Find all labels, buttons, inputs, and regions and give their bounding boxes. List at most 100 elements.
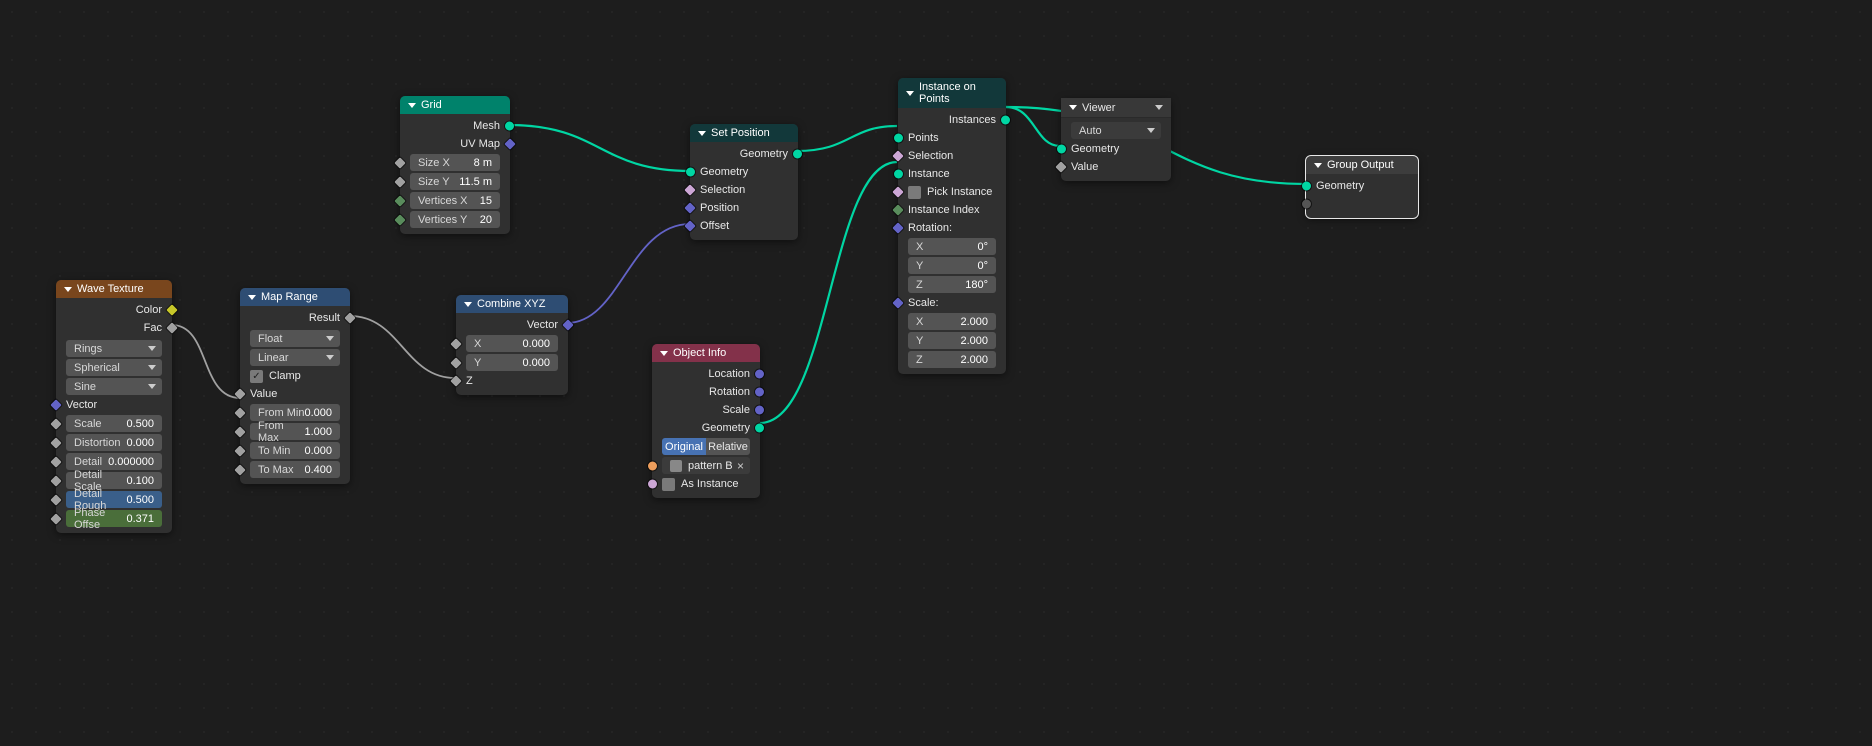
node-title: Viewer (1082, 102, 1115, 114)
field-sy[interactable]: Y2.000 (908, 332, 996, 349)
socket-out-location[interactable] (755, 370, 764, 379)
field-size-y[interactable]: Size Y11.5 m (410, 173, 500, 190)
node-header[interactable]: Wave Texture (56, 280, 172, 298)
node-set-position[interactable]: Set Position Geometry Geometry Selection… (690, 124, 798, 240)
socket-out-mesh[interactable] (505, 122, 514, 131)
output-scale: Scale (652, 401, 760, 419)
field-object[interactable]: pattern B× (662, 457, 750, 474)
input-geometry: Geometry (1061, 140, 1171, 158)
collapse-icon[interactable] (464, 302, 472, 307)
node-instance-on-points[interactable]: Instance on Points Instances Points Sele… (898, 78, 1006, 374)
btn-relative[interactable]: Relative (706, 438, 750, 455)
field-detail[interactable]: Detail0.000000 (66, 453, 162, 470)
socket-in-geometry[interactable] (1057, 145, 1066, 154)
input-value: Value (1061, 158, 1171, 176)
socket-in-geometry[interactable] (686, 168, 695, 177)
field-rz[interactable]: Z180° (908, 276, 996, 293)
node-title: Map Range (261, 291, 318, 303)
input-offset: Offset (690, 217, 798, 235)
checkbox-pick-instance[interactable]: Pick Instance (898, 183, 1006, 201)
node-group-output[interactable]: Group Output Geometry (1306, 156, 1418, 218)
checkbox-clamp[interactable]: Clamp (240, 367, 350, 385)
checkbox-as-instance[interactable]: As Instance (652, 475, 760, 493)
node-object-info[interactable]: Object Info Location Rotation Scale Geom… (652, 344, 760, 498)
field-scale[interactable]: Scale0.500 (66, 415, 162, 432)
socket-in-points[interactable] (894, 134, 903, 143)
select-wave-direction[interactable]: Spherical (66, 359, 162, 376)
chevron-down-icon[interactable] (1155, 105, 1163, 110)
toggle-transform-space[interactable]: Original Relative (652, 437, 760, 456)
node-map-range[interactable]: Map Range Result Float Linear Clamp Valu… (240, 288, 350, 484)
select-wave-type[interactable]: Rings (66, 340, 162, 357)
socket-in-as-instance[interactable] (648, 480, 657, 489)
output-geometry: Geometry (690, 145, 798, 163)
field-distortion[interactable]: Distortion0.000 (66, 434, 162, 451)
field-size-x[interactable]: Size X8 m (410, 154, 500, 171)
output-geometry: Geometry (652, 419, 760, 437)
collapse-icon[interactable] (1314, 163, 1322, 168)
socket-in-extend[interactable] (1302, 200, 1311, 209)
field-verts-x[interactable]: Vertices X15 (410, 192, 500, 209)
collapse-icon[interactable] (906, 91, 914, 96)
node-title: Combine XYZ (477, 298, 545, 310)
node-title: Group Output (1327, 159, 1394, 171)
collapse-icon[interactable] (698, 131, 706, 136)
node-title: Object Info (673, 347, 726, 359)
node-title: Set Position (711, 127, 770, 139)
socket-in-instance[interactable] (894, 170, 903, 179)
node-header[interactable]: Map Range (240, 288, 350, 306)
node-title: Grid (421, 99, 442, 111)
field-sx[interactable]: X2.000 (908, 313, 996, 330)
node-header[interactable]: Combine XYZ (456, 295, 568, 313)
field-to-max[interactable]: To Max0.400 (250, 461, 340, 478)
select-wave-profile[interactable]: Sine (66, 378, 162, 395)
collapse-icon[interactable] (1069, 105, 1077, 110)
field-y[interactable]: Y0.000 (466, 354, 558, 371)
node-header[interactable]: Set Position (690, 124, 798, 142)
label-scale: Scale: (898, 294, 1006, 312)
field-from-min[interactable]: From Min0.000 (250, 404, 340, 421)
label-rotation: Rotation: (898, 219, 1006, 237)
output-mesh: Mesh (400, 117, 510, 135)
btn-original[interactable]: Original (662, 438, 706, 455)
field-sz[interactable]: Z2.000 (908, 351, 996, 368)
select-interp[interactable]: Linear (250, 349, 340, 366)
node-header[interactable]: Viewer (1061, 98, 1171, 118)
field-detail-scale[interactable]: Detail Scale0.100 (66, 472, 162, 489)
node-grid[interactable]: Grid Mesh UV Map Size X8 m Size Y11.5 m … (400, 96, 510, 234)
field-rx[interactable]: X0° (908, 238, 996, 255)
node-header[interactable]: Object Info (652, 344, 760, 362)
socket-in-geometry[interactable] (1302, 182, 1311, 191)
collapse-icon[interactable] (64, 287, 72, 292)
collapse-icon[interactable] (408, 103, 416, 108)
input-points: Points (898, 129, 1006, 147)
socket-out-geometry[interactable] (793, 150, 802, 159)
input-selection: Selection (690, 181, 798, 199)
node-header[interactable]: Group Output (1306, 156, 1418, 174)
field-detail-rough[interactable]: Detail Rough0.500 (66, 491, 162, 508)
node-header[interactable]: Grid (400, 96, 510, 114)
socket-out-instances[interactable] (1001, 116, 1010, 125)
node-title: Wave Texture (77, 283, 144, 295)
select-viewer-mode[interactable]: Auto (1071, 122, 1161, 139)
object-icon (670, 460, 682, 472)
collapse-icon[interactable] (248, 295, 256, 300)
node-header[interactable]: Instance on Points (898, 78, 1006, 108)
field-from-max[interactable]: From Max1.000 (250, 423, 340, 440)
node-combine-xyz[interactable]: Combine XYZ Vector X0.000 Y0.000 Z (456, 295, 568, 395)
field-ry[interactable]: Y0° (908, 257, 996, 274)
node-viewer[interactable]: Viewer Auto Geometry Value (1061, 98, 1171, 181)
field-verts-y[interactable]: Vertices Y20 (410, 211, 500, 228)
node-wave-texture[interactable]: Wave Texture Color Fac Rings Spherical S… (56, 280, 172, 533)
clear-object-icon[interactable]: × (737, 459, 744, 473)
socket-in-object[interactable] (648, 461, 657, 470)
collapse-icon[interactable] (660, 351, 668, 356)
socket-out-scale[interactable] (755, 406, 764, 415)
field-phase-offset[interactable]: Phase Offse0.371 (66, 510, 162, 527)
socket-out-rotation[interactable] (755, 388, 764, 397)
socket-out-geometry[interactable] (755, 424, 764, 433)
field-to-min[interactable]: To Min0.000 (250, 442, 340, 459)
field-x[interactable]: X0.000 (466, 335, 558, 352)
check-icon (250, 370, 263, 383)
select-dtype[interactable]: Float (250, 330, 340, 347)
